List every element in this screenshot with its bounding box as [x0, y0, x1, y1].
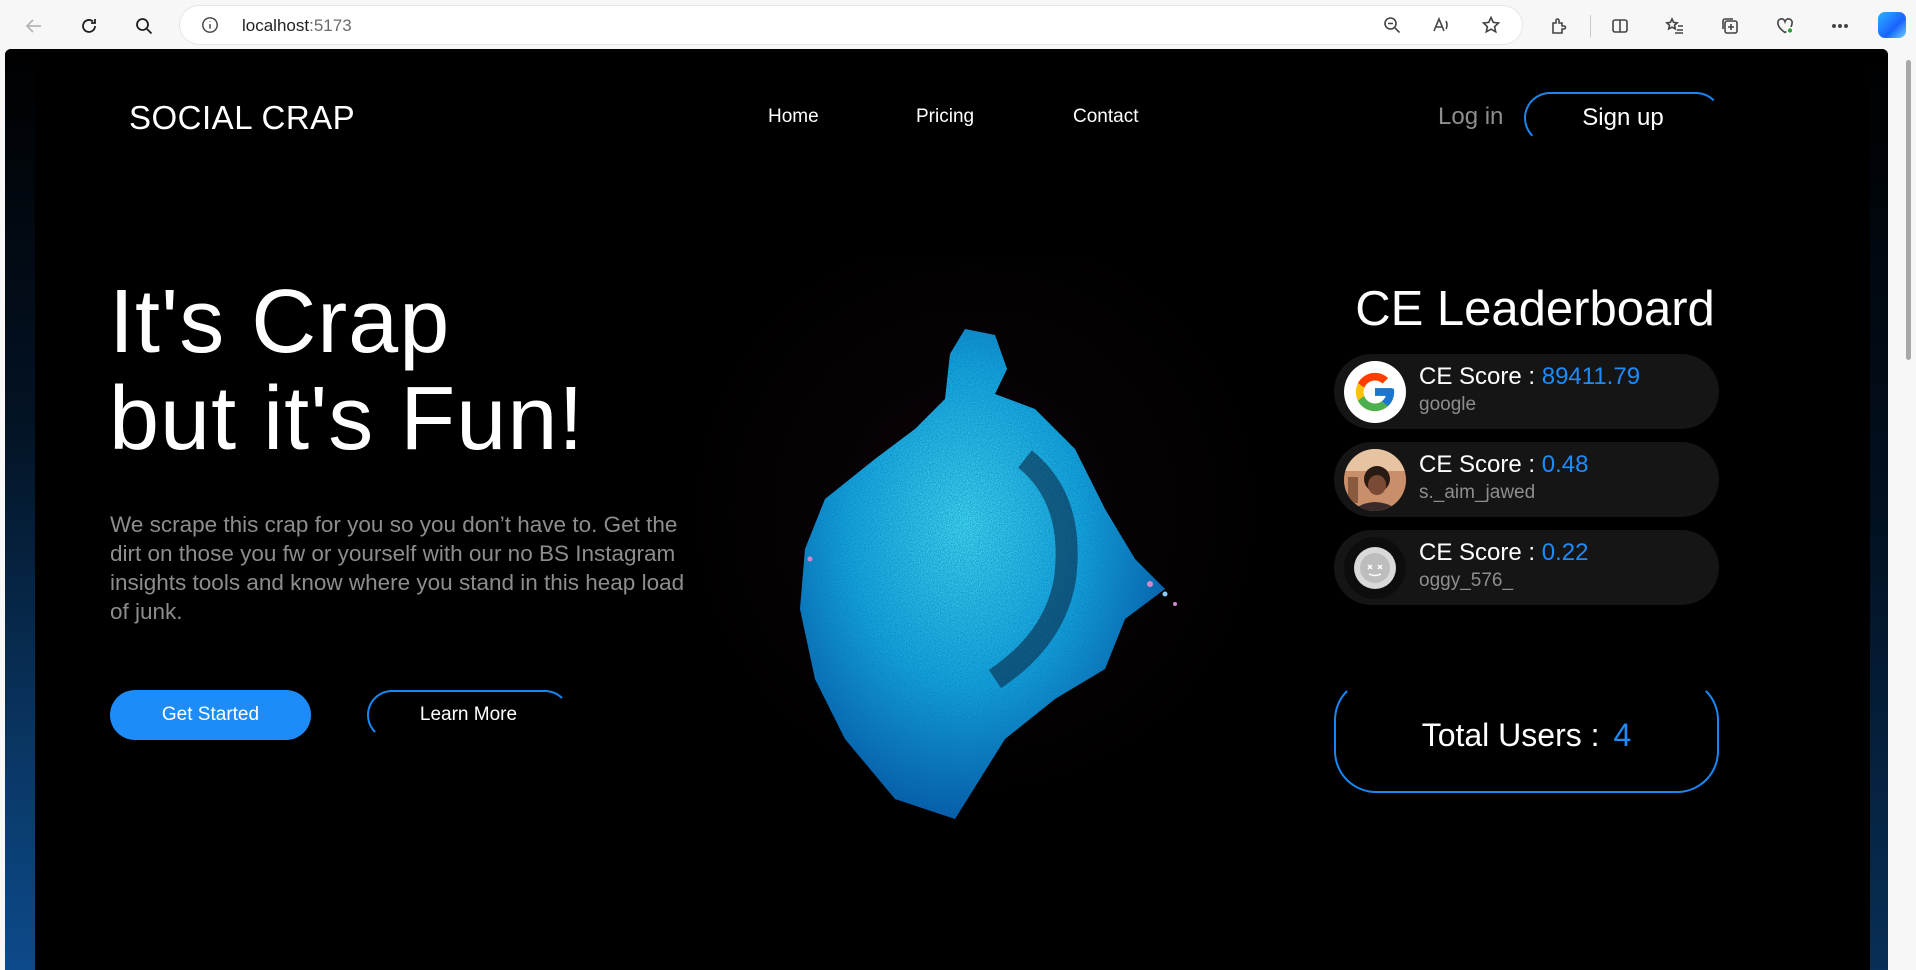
back-icon[interactable]: [18, 10, 50, 42]
signup-button[interactable]: Sign up: [1524, 92, 1722, 144]
favorite-star-icon[interactable]: [1481, 15, 1501, 35]
favorites-list-icon[interactable]: [1663, 14, 1687, 38]
left-edge-glow: [5, 49, 35, 970]
address-bar[interactable]: localhost:5173: [180, 6, 1522, 44]
particle-head-visual: [695, 259, 1255, 819]
leaderboard-entry[interactable]: CE Score : 89411.79 google: [1334, 354, 1719, 429]
total-users-value: 4: [1613, 717, 1632, 753]
read-aloud-icon[interactable]: [1431, 15, 1451, 35]
nav-pricing[interactable]: Pricing: [916, 106, 974, 128]
leaderboard-entry[interactable]: CE Score : 0.48 s._aim_jawed: [1334, 442, 1719, 517]
refresh-icon[interactable]: [73, 10, 105, 42]
entry-username: google: [1419, 394, 1477, 415]
site-info-icon[interactable]: [201, 16, 219, 34]
page-viewport: SOCIAL CRAP Home Pricing Contact Log in …: [5, 49, 1888, 970]
zoom-out-icon[interactable]: [1382, 15, 1402, 35]
hero-title-line-2: but it's Fun!: [109, 369, 585, 469]
hero-description: We scrape this crap for you so you don’t…: [110, 512, 685, 624]
hero-title-line-1: It's Crap: [109, 272, 451, 372]
more-options-icon[interactable]: [1828, 14, 1852, 38]
get-started-button[interactable]: Get Started: [110, 690, 311, 740]
site-logo[interactable]: SOCIAL CRAP: [129, 99, 355, 137]
search-icon[interactable]: [128, 10, 160, 42]
login-link[interactable]: Log in: [1438, 103, 1503, 131]
hero-title: It's Crap but it's Fun!: [109, 274, 584, 468]
ce-score: CE Score : 0.48: [1419, 451, 1589, 478]
browser-toolbar: localhost:5173: [0, 0, 1916, 49]
entry-username: s._aim_jawed: [1419, 482, 1536, 503]
google-logo-avatar: [1344, 361, 1406, 423]
extensions-icon[interactable]: [1547, 14, 1571, 38]
url-text: localhost:5173: [242, 16, 352, 35]
learn-more-button[interactable]: Learn More: [367, 690, 570, 740]
default-profile-avatar: [1344, 537, 1406, 599]
total-users-label: Total Users :: [1421, 717, 1600, 753]
right-edge-glow: [1870, 49, 1888, 970]
nav-home[interactable]: Home: [768, 106, 819, 128]
leaderboard-title: CE Leaderboard: [1355, 282, 1715, 336]
toolbar-divider: [1590, 15, 1591, 37]
leaderboard-entry[interactable]: CE Score : 0.22 oggy_576_: [1334, 530, 1719, 605]
nav-contact[interactable]: Contact: [1073, 106, 1138, 128]
copilot-icon[interactable]: [1878, 12, 1906, 38]
split-screen-icon[interactable]: [1608, 14, 1632, 38]
total-users-card: Total Users : 4: [1334, 678, 1719, 793]
ce-score: CE Score : 0.22: [1419, 539, 1589, 566]
user-photo-avatar: [1344, 449, 1406, 511]
browser-essentials-icon[interactable]: [1773, 14, 1797, 38]
page-scrollbar-thumb[interactable]: [1906, 60, 1911, 360]
page-scrollbar-track[interactable]: [1890, 49, 1916, 970]
entry-username: oggy_576_: [1419, 570, 1514, 591]
collections-icon[interactable]: [1718, 14, 1742, 38]
ce-score: CE Score : 89411.79: [1419, 363, 1641, 390]
